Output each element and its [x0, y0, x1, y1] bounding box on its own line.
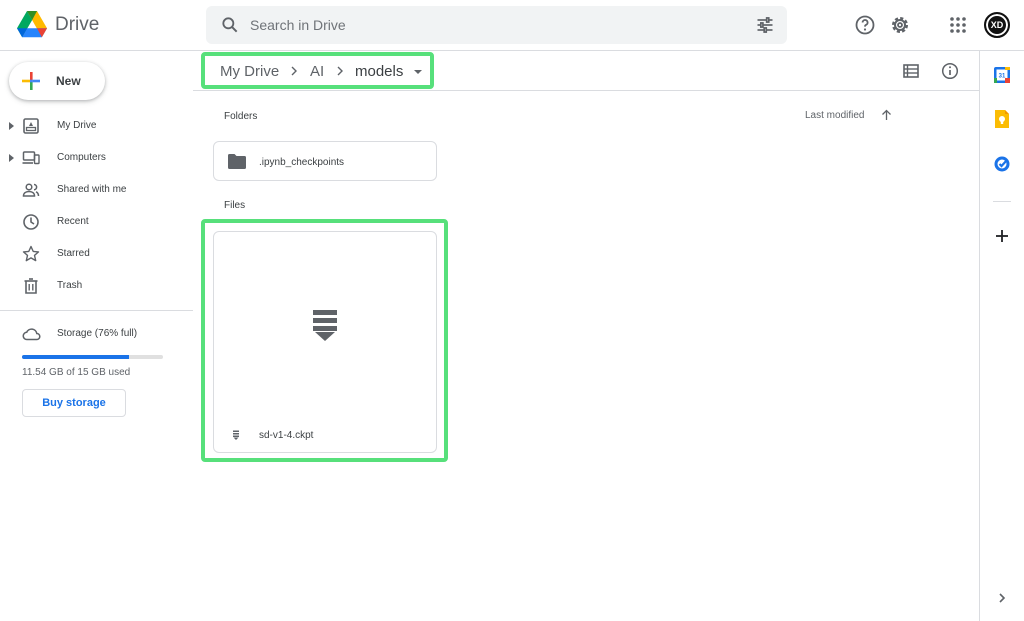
new-button[interactable]: New	[9, 62, 105, 100]
plus-icon	[22, 72, 40, 90]
side-panel-divider	[993, 201, 1011, 202]
shared-people-icon	[22, 183, 40, 197]
svg-text:31: 31	[999, 74, 1006, 80]
sidebar-item-label: Trash	[57, 280, 83, 291]
arrow-up-icon[interactable]	[881, 109, 892, 121]
cloud-icon	[22, 328, 41, 341]
sidebar-divider	[0, 310, 193, 311]
keep-notes-icon[interactable]	[993, 110, 1011, 128]
breadcrumb-item-models[interactable]: models	[355, 63, 403, 80]
chevron-right-icon	[291, 66, 297, 76]
sidebar-item-shared-with-me[interactable]: Shared with me	[0, 175, 193, 205]
sidebar-item-computers[interactable]: Computers	[0, 143, 193, 173]
sort-label[interactable]: Last modified	[805, 110, 864, 121]
buy-storage-button[interactable]: Buy storage	[22, 389, 126, 417]
computers-icon	[22, 151, 40, 165]
app-name: Drive	[55, 14, 100, 35]
account-avatar[interactable]: XD	[984, 12, 1010, 38]
breadcrumb: My Drive AI models	[201, 52, 434, 89]
chevron-right-icon	[337, 66, 343, 76]
clock-icon	[23, 214, 39, 230]
file-type-icon	[233, 430, 239, 440]
info-icon[interactable]	[941, 62, 959, 80]
folder-name: .ipynb_checkpoints	[259, 157, 345, 168]
top-bar: Drive XD	[0, 0, 1024, 51]
storage-label: Storage (76% full)	[57, 328, 138, 339]
sidebar-item-starred[interactable]: Starred	[0, 239, 193, 269]
side-panel: 31	[979, 51, 1024, 621]
sidebar-item-label: Shared with me	[57, 184, 127, 195]
sidebar-item-my-drive[interactable]: My Drive	[0, 111, 193, 141]
expand-caret-icon[interactable]	[9, 154, 14, 162]
folders-heading: Folders	[224, 111, 258, 122]
sidebar-item-label: Recent	[57, 216, 89, 227]
storage-progress-bar	[22, 355, 163, 359]
new-button-label: New	[56, 74, 81, 88]
files-heading: Files	[224, 200, 246, 211]
add-addon-plus-icon[interactable]	[993, 227, 1011, 245]
storage-progress-fill	[22, 355, 130, 359]
sidebar-item-label: My Drive	[57, 120, 97, 131]
search-icon[interactable]	[220, 15, 240, 35]
help-icon[interactable]	[853, 13, 877, 37]
search-input[interactable]	[250, 6, 730, 44]
search-options-icon[interactable]	[755, 15, 775, 35]
chevron-right-icon[interactable]	[993, 589, 1011, 607]
sidebar-item-label: Starred	[57, 248, 90, 259]
file-name: sd-v1-4.ckpt	[259, 430, 314, 441]
breadcrumb-item-ai[interactable]: AI	[310, 63, 324, 80]
list-view-icon[interactable]	[902, 62, 920, 80]
apps-grid-icon[interactable]	[946, 13, 970, 37]
trash-icon	[24, 278, 38, 294]
sidebar-item-trash[interactable]: Trash	[0, 271, 193, 301]
storage-usage-text: 11.54 GB of 15 GB used	[22, 367, 131, 378]
sidebar-item-label: Computers	[57, 152, 106, 163]
folder-icon	[228, 154, 246, 169]
settings-gear-icon[interactable]	[888, 13, 912, 37]
folder-card[interactable]: .ipynb_checkpoints	[213, 141, 437, 181]
download-stack-icon	[313, 310, 337, 341]
toolbar-divider	[193, 90, 979, 91]
tasks-icon[interactable]	[993, 155, 1011, 173]
drive-logo-icon[interactable]	[17, 11, 47, 38]
star-icon	[22, 245, 40, 262]
file-card[interactable]: sd-v1-4.ckpt	[213, 231, 437, 453]
dropdown-arrow-icon[interactable]	[414, 70, 422, 74]
search-bar[interactable]	[206, 6, 787, 44]
breadcrumb-item-my-drive[interactable]: My Drive	[220, 63, 279, 80]
sidebar-item-recent[interactable]: Recent	[0, 207, 193, 237]
sidebar-item-storage[interactable]: Storage (76% full)	[0, 322, 193, 346]
calendar-icon[interactable]: 31	[993, 66, 1011, 84]
expand-caret-icon[interactable]	[9, 122, 14, 130]
my-drive-icon	[23, 118, 39, 134]
